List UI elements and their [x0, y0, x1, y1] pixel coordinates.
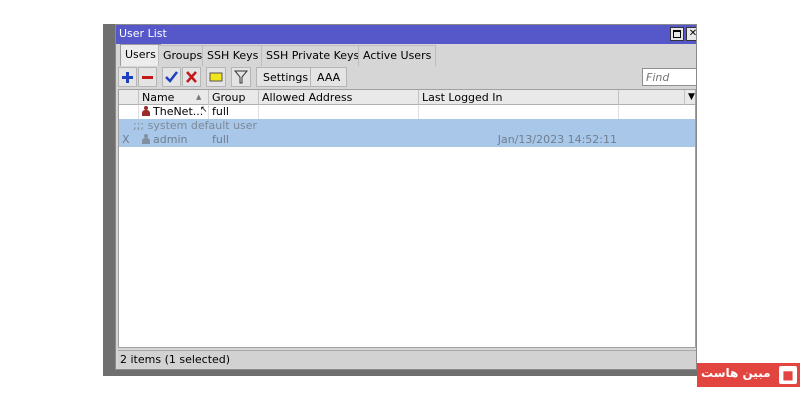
comment-button[interactable] [206, 67, 226, 87]
spacer-column-header [619, 90, 685, 105]
group-cell: full [209, 105, 259, 119]
column-menu-icon[interactable]: ▼ [685, 90, 695, 105]
last-logged-in-cell [419, 105, 619, 119]
comment-icon [209, 72, 223, 82]
table-row-comment[interactable]: ;;; system default user [119, 119, 695, 133]
status-text: 2 items (1 selected) [120, 353, 231, 366]
remove-icon [142, 76, 153, 79]
settings-button[interactable]: Settings [256, 67, 316, 87]
allowed-address-column-header[interactable]: Allowed Address [259, 90, 419, 105]
table-row[interactable]: X admin full Jan/13/2023 14:52:11 [119, 133, 695, 147]
user-table: Name ▲ Group Allowed Address Last Logged… [118, 89, 696, 348]
restore-icon [673, 30, 681, 38]
filter-button[interactable] [231, 67, 251, 87]
allowed-address-cell [259, 105, 419, 119]
flag-column-header[interactable] [119, 90, 139, 105]
status-bar: 2 items (1 selected) [118, 350, 696, 368]
name-column-header[interactable]: Name ▲ [139, 90, 209, 105]
sort-ascending-icon: ▲ [196, 93, 202, 101]
disable-icon [186, 71, 197, 83]
tab-active-users[interactable]: Active Users [358, 45, 437, 66]
user-icon [142, 134, 150, 144]
watermark-text: مبین هاست [701, 366, 771, 380]
window-titlebar[interactable]: User List ✕ [116, 25, 696, 44]
enable-icon [165, 71, 178, 83]
find-input[interactable] [642, 68, 696, 86]
add-button[interactable] [118, 67, 137, 87]
aaa-button[interactable]: AAA [310, 67, 348, 87]
user-icon [142, 106, 150, 116]
flag-cell [119, 105, 139, 119]
filter-icon [233, 70, 249, 84]
table-header: Name ▲ Group Allowed Address Last Logged… [119, 90, 695, 105]
group-cell: full [212, 133, 229, 146]
row-comment: ;;; system default user [133, 119, 258, 132]
last-logged-in-column-header[interactable]: Last Logged In [419, 90, 619, 105]
toolbar: Settings AAA [118, 67, 696, 89]
window-title: User List [119, 27, 167, 40]
watermark-logo: مبین هاست ■ [697, 363, 800, 387]
name-cell: TheNet... [139, 105, 209, 119]
restore-button[interactable] [670, 27, 684, 41]
enable-button[interactable] [162, 67, 181, 87]
tab-groups[interactable]: Groups [158, 45, 208, 66]
close-icon: ✕ [688, 28, 697, 39]
remove-button[interactable] [138, 67, 157, 87]
allowed-address-cell [259, 133, 419, 147]
group-column-header[interactable]: Group [209, 90, 259, 105]
name-cell: admin [139, 133, 209, 147]
user-list-window: User List ✕ Users Groups SSH Keys SSH Pr… [115, 24, 697, 370]
close-button[interactable]: ✕ [686, 27, 697, 41]
add-icon [122, 72, 133, 83]
tab-ssh-keys[interactable]: SSH Keys [202, 45, 264, 66]
last-logged-in-cell: Jan/13/2023 14:52:11 [497, 133, 617, 146]
disabled-flag-cell: X [122, 133, 130, 146]
tab-ssh-private-keys[interactable]: SSH Private Keys [261, 45, 365, 66]
tab-users[interactable]: Users [120, 44, 161, 66]
logo-mark-icon: ■ [779, 366, 797, 384]
mouse-cursor-icon: ↖ [200, 105, 208, 115]
disable-button[interactable] [182, 67, 201, 87]
